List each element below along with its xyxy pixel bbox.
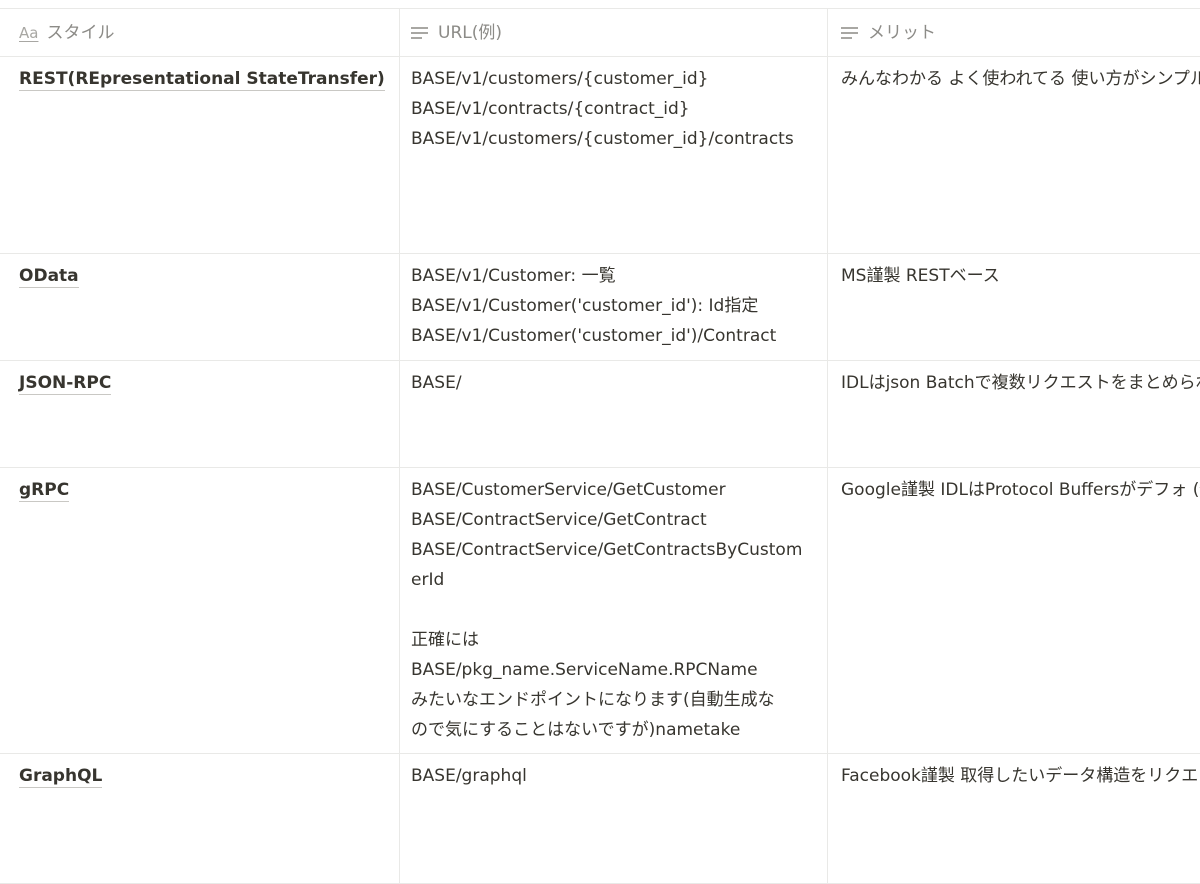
style-cell[interactable]: GraphQL	[0, 754, 400, 883]
column-header-style[interactable]: Aa スタイル	[0, 9, 400, 56]
merit-cell[interactable]: MS謹製 RESTベース	[828, 254, 1200, 360]
url-cell[interactable]: BASE/CustomerService/GetCustomer BASE/Co…	[400, 468, 828, 753]
table-row[interactable]: JSON-RPC BASE/ IDLはjson Batchで複数リクエストをまと…	[0, 361, 1200, 468]
url-cell[interactable]: BASE/graphql	[400, 754, 828, 883]
row-title-link[interactable]: gRPC	[19, 480, 70, 502]
row-title-link[interactable]: REST(REpresentational StateTransfer)	[19, 69, 385, 91]
column-header-url[interactable]: URL(例)	[400, 9, 828, 56]
table-row[interactable]: gRPC BASE/CustomerService/GetCustomer BA…	[0, 468, 1200, 754]
style-cell[interactable]: REST(REpresentational StateTransfer)	[0, 57, 400, 253]
style-cell[interactable]: OData	[0, 254, 400, 360]
merit-cell[interactable]: Facebook謹製 取得したいデータ構造をリクエスト側が指定 できる IDLは…	[828, 754, 1200, 883]
column-header-label: メリット	[868, 23, 936, 43]
row-title-link[interactable]: JSON-RPC	[19, 373, 112, 395]
row-title-link[interactable]: OData	[19, 266, 79, 288]
style-cell[interactable]: JSON-RPC	[0, 361, 400, 467]
title-property-icon: Aa	[19, 24, 39, 42]
merit-cell[interactable]: みんなわかる よく使われてる 使い方がシンプル 多分使う側の導入が簡単 広く使わ…	[828, 57, 1200, 253]
url-cell[interactable]: BASE/v1/customers/{customer_id} BASE/v1/…	[400, 57, 828, 253]
url-cell[interactable]: BASE/v1/Customer: 一覧 BASE/v1/Customer('c…	[400, 254, 828, 360]
database-table: Aa スタイル URL(例) メリット REST(REpresentationa…	[0, 8, 1200, 884]
row-title-link[interactable]: GraphQL	[19, 766, 103, 788]
url-cell[interactable]: BASE/	[400, 361, 828, 467]
table-header-row: Aa スタイル URL(例) メリット	[0, 9, 1200, 57]
style-cell[interactable]: gRPC	[0, 468, 400, 753]
table-row[interactable]: GraphQL BASE/graphql Facebook謹製 取得したいデータ…	[0, 754, 1200, 884]
merit-cell[interactable]: Google謹製 IDLはProtocol Buffersがデフォ (他も対応し…	[828, 468, 1200, 753]
table-row[interactable]: OData BASE/v1/Customer: 一覧 BASE/v1/Custo…	[0, 254, 1200, 361]
text-lines-icon	[841, 26, 859, 40]
column-header-label: URL(例)	[438, 23, 502, 43]
column-header-label: スタイル	[46, 23, 115, 43]
table-row[interactable]: REST(REpresentational StateTransfer) BAS…	[0, 57, 1200, 254]
merit-cell[interactable]: IDLはjson Batchで複数リクエストをまとめられる シンプルなのでライブ…	[828, 361, 1200, 467]
column-header-merit[interactable]: メリット	[828, 9, 1200, 56]
text-lines-icon	[411, 26, 429, 40]
